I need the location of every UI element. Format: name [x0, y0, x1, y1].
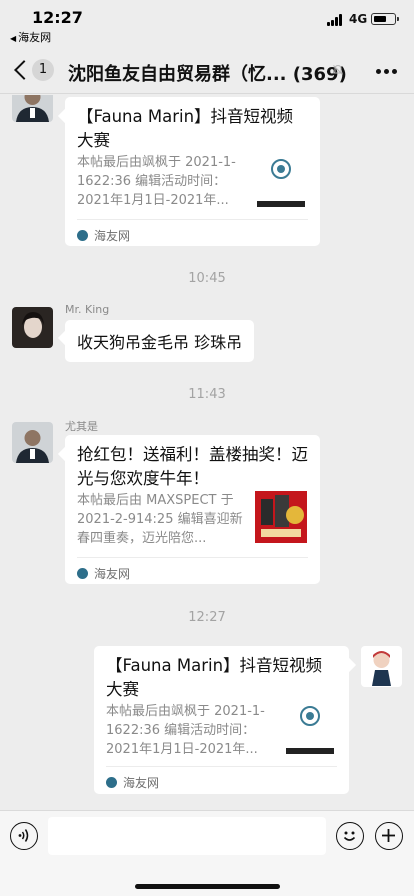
link-card[interactable]: 【Fauna Marin】抖音短视频大赛 本帖最后由飒枫于 2021-1-162…: [65, 97, 320, 246]
emoji-icon[interactable]: [336, 822, 364, 850]
network-type: 4G: [349, 12, 368, 26]
chat-nav-bar: 1 沈阳鱼友自由贸易群（忆... (369): [0, 46, 414, 94]
message-bubble[interactable]: 收天狗吊金毛吊 珍珠吊: [65, 320, 255, 362]
card-source-label: 海友网: [94, 567, 131, 581]
card-description: 本帖最后由 MAXSPECT 于 2021-2-914:25 编辑喜迎新春四重奏…: [77, 493, 243, 546]
my-avatar[interactable]: [361, 646, 402, 687]
card-source-footer: 海友网: [77, 557, 308, 587]
avatar[interactable]: [12, 95, 53, 122]
sender-name: Mr. King: [65, 303, 110, 316]
back-triangle-icon: ◀: [10, 34, 17, 43]
cellular-signal-icon: [327, 14, 345, 26]
back-app-label: 海友网: [18, 31, 52, 44]
avatar[interactable]: [12, 307, 53, 348]
card-source-footer: 海友网: [77, 219, 308, 249]
sender-name: 尤其是: [65, 420, 98, 433]
card-thumbnail-image: [255, 491, 307, 543]
site-logo-icon: [77, 568, 88, 579]
add-more-icon[interactable]: [375, 822, 403, 850]
link-card[interactable]: 抢红包！送福利！盖楼抽奖！迈光与您欢度牛年！ 本帖最后由 MAXSPECT 于 …: [65, 435, 320, 584]
status-time: 12:27: [32, 8, 83, 27]
unread-badge[interactable]: 1: [32, 59, 54, 81]
card-description: 本帖最后由飒枫于 2021-1-1622:36 编辑活动时间：2021年1月1日…: [106, 704, 265, 757]
card-title: 抢红包！送福利！盖楼抽奖！迈光与您欢度牛年！: [77, 445, 308, 488]
card-description: 本帖最后由飒枫于 2021-1-1622:36 编辑活动时间：2021年1月1日…: [77, 155, 236, 208]
message-timestamp: 11:43: [188, 387, 226, 402]
card-thumbnail-logo: [284, 702, 336, 754]
site-logo-icon: [106, 777, 117, 788]
site-logo-icon: [77, 230, 88, 241]
voice-input-icon[interactable]: [10, 822, 38, 850]
back-to-app-link[interactable]: ◀ 海友网: [10, 29, 51, 45]
chat-title: 沈阳鱼友自由贸易群（忆... (369): [68, 64, 347, 85]
message-input-bar: [0, 810, 414, 896]
home-indicator[interactable]: [135, 884, 280, 889]
message-timestamp: 10:45: [188, 271, 226, 286]
battery-icon: [371, 13, 399, 25]
card-source-label: 海友网: [123, 776, 160, 790]
back-chevron-icon[interactable]: [14, 60, 28, 80]
message-text: 收天狗吊金毛吊 珍珠吊: [77, 333, 243, 352]
card-source-label: 海友网: [94, 229, 131, 243]
avatar[interactable]: [12, 422, 53, 463]
chat-messages[interactable]: 【Fauna Marin】抖音短视频大赛 本帖最后由飒枫于 2021-1-162…: [0, 95, 414, 810]
card-source-footer: 海友网: [106, 766, 337, 796]
card-thumbnail-logo: [255, 155, 307, 207]
link-card[interactable]: 【Fauna Marin】抖音短视频大赛 本帖最后由飒枫于 2021-1-162…: [94, 646, 349, 794]
status-bar: 12:27 ◀ 海友网 4G: [0, 0, 414, 46]
more-options-icon[interactable]: [376, 69, 398, 74]
card-title: 【Fauna Marin】抖音短视频大赛: [106, 656, 323, 699]
message-text-field[interactable]: [48, 817, 326, 855]
message-timestamp: 12:27: [188, 610, 226, 625]
card-title: 【Fauna Marin】抖音短视频大赛: [77, 107, 294, 150]
mute-bell-icon: [333, 64, 343, 75]
